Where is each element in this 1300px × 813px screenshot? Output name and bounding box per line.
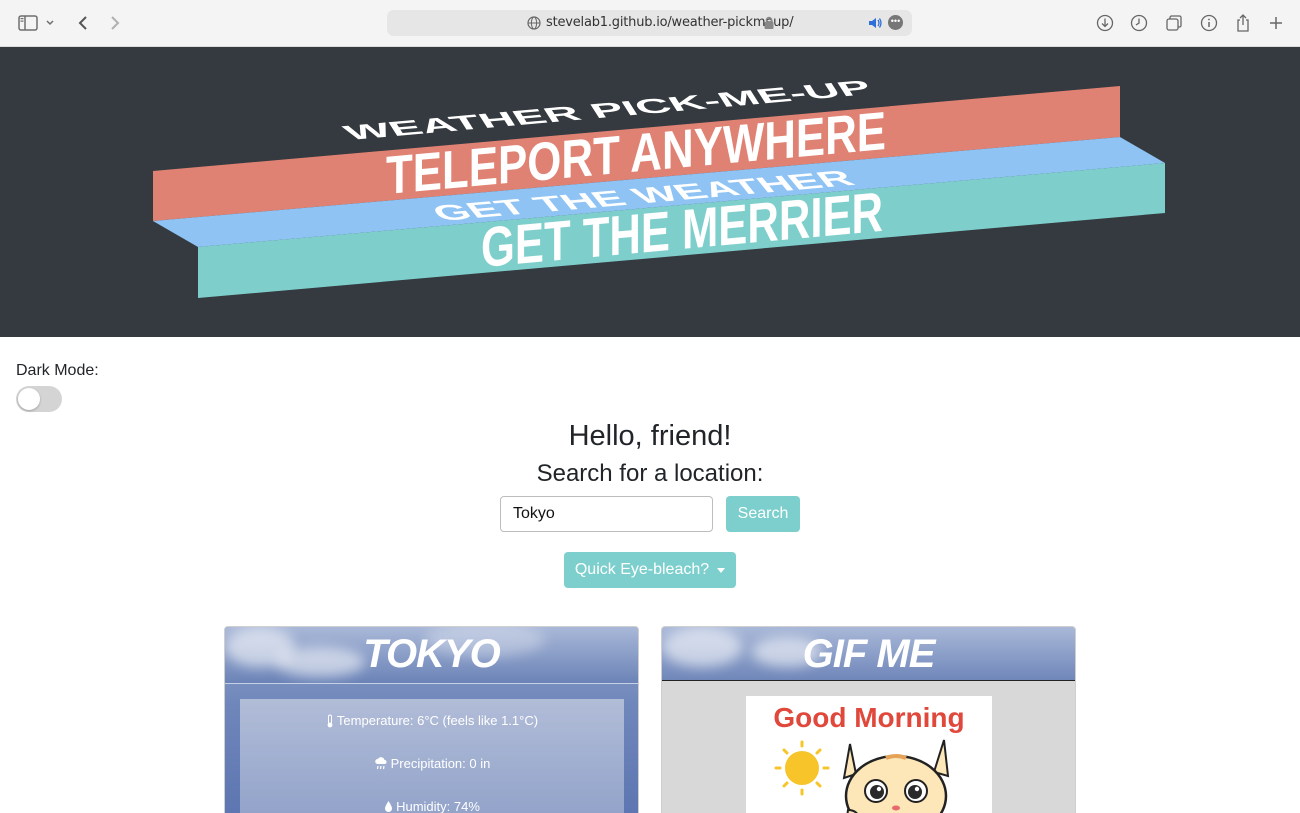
precipitation-text: Precipitation: 0 in (390, 756, 491, 771)
hero-banner: WEATHER PICK-ME-UP TELEPORT ANYWHERE GET… (0, 47, 1300, 337)
thermometer-icon (327, 714, 333, 727)
more-options-icon[interactable]: ••• (888, 15, 903, 30)
dark-mode-toggle[interactable] (16, 386, 62, 412)
globe-icon (527, 16, 541, 30)
browser-toolbar: stevelab1.github.io/weather-pickmeup/ ••… (0, 0, 1300, 47)
address-bar[interactable]: stevelab1.github.io/weather-pickmeup/ ••… (387, 10, 912, 36)
city-title: TOKYO (363, 632, 501, 676)
weather-details: Temperature: 6°C (feels like 1.1°C) Prec… (240, 699, 624, 813)
sun-and-cat-illustration (774, 739, 950, 813)
caret-down-icon (717, 567, 726, 573)
search-heading: Search for a location: (536, 460, 764, 487)
temperature-row: Temperature: 6°C (feels like 1.1°C) (240, 713, 624, 728)
history-clock-icon[interactable] (1128, 12, 1150, 34)
forward-arrow-icon[interactable] (104, 12, 126, 34)
good-morning-gif: Good Morning (746, 696, 992, 813)
toggle-knob (18, 388, 40, 410)
tabs-overview-icon[interactable] (1163, 12, 1185, 34)
dark-mode-label: Dark Mode: (16, 362, 99, 379)
weather-card-header: TOKYO (225, 627, 638, 684)
precipitation-row: Precipitation: 0 in (240, 756, 624, 771)
sidebar-toggle-icon[interactable] (17, 12, 39, 34)
humidity-row: Humidity: 74% (240, 799, 624, 813)
location-search-input[interactable] (500, 496, 713, 532)
gif-title: GIF ME (802, 632, 936, 676)
eye-bleach-label: Quick Eye-bleach? (574, 561, 710, 578)
lock-icon (764, 16, 774, 29)
cloud-rain-icon (374, 757, 387, 770)
share-icon[interactable] (1232, 12, 1254, 34)
back-arrow-icon[interactable] (72, 12, 94, 34)
speaker-icon[interactable] (867, 15, 883, 31)
greeting-heading: Hello, friend! (568, 420, 732, 452)
search-button[interactable]: Search (726, 496, 800, 532)
gif-card: GIF ME Good Morning (661, 626, 1076, 813)
droplet-icon (385, 801, 393, 812)
humidity-text: Humidity: 74% (396, 799, 480, 813)
gif-card-header: GIF ME (662, 627, 1075, 684)
url-text: stevelab1.github.io/weather-pickmeup/ (546, 15, 794, 30)
weather-card: TOKYO Temperature: 6°C (feels like 1.1°C… (224, 626, 639, 813)
sun-icon (774, 740, 830, 796)
cat-icon (842, 739, 950, 813)
new-tab-plus-icon[interactable] (1265, 12, 1287, 34)
info-icon[interactable] (1198, 12, 1220, 34)
chevron-down-icon[interactable] (42, 12, 58, 34)
temperature-text: Temperature: 6°C (feels like 1.1°C) (336, 713, 539, 728)
download-icon[interactable] (1094, 12, 1116, 34)
gif-frame: Good Morning (662, 680, 1075, 813)
eye-bleach-dropdown-button[interactable]: Quick Eye-bleach? (564, 552, 736, 588)
